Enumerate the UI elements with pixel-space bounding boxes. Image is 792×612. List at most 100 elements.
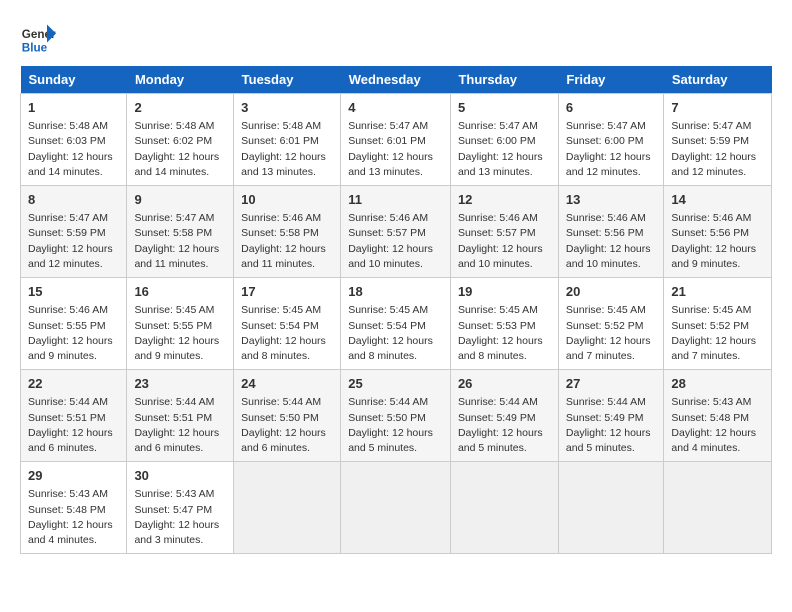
calendar-cell: 5 Sunrise: 5:47 AM Sunset: 6:00 PM Dayli…: [450, 94, 558, 186]
day-number: 29: [28, 467, 119, 485]
calendar-cell: 25 Sunrise: 5:44 AM Sunset: 5:50 PM Dayl…: [341, 370, 451, 462]
calendar-cell: 20 Sunrise: 5:45 AM Sunset: 5:52 PM Dayl…: [558, 278, 664, 370]
calendar-cell: 18 Sunrise: 5:45 AM Sunset: 5:54 PM Dayl…: [341, 278, 451, 370]
day-number: 16: [134, 283, 226, 301]
day-header-friday: Friday: [558, 66, 664, 94]
calendar-cell: 29 Sunrise: 5:43 AM Sunset: 5:48 PM Dayl…: [21, 462, 127, 554]
calendar-cell: 26 Sunrise: 5:44 AM Sunset: 5:49 PM Dayl…: [450, 370, 558, 462]
day-info: Sunrise: 5:47 AM Sunset: 6:00 PM Dayligh…: [566, 119, 657, 180]
day-info: Sunrise: 5:47 AM Sunset: 6:01 PM Dayligh…: [348, 119, 443, 180]
day-number: 1: [28, 99, 119, 117]
day-number: 3: [241, 99, 333, 117]
day-info: Sunrise: 5:48 AM Sunset: 6:02 PM Dayligh…: [134, 119, 226, 180]
day-info: Sunrise: 5:47 AM Sunset: 5:59 PM Dayligh…: [28, 211, 119, 272]
day-number: 9: [134, 191, 226, 209]
day-info: Sunrise: 5:44 AM Sunset: 5:50 PM Dayligh…: [241, 395, 333, 456]
day-number: 28: [671, 375, 764, 393]
calendar-cell: 9 Sunrise: 5:47 AM Sunset: 5:58 PM Dayli…: [127, 186, 234, 278]
logo-icon: General Blue: [20, 20, 56, 56]
day-number: 17: [241, 283, 333, 301]
calendar-cell: 22 Sunrise: 5:44 AM Sunset: 5:51 PM Dayl…: [21, 370, 127, 462]
day-info: Sunrise: 5:46 AM Sunset: 5:57 PM Dayligh…: [458, 211, 551, 272]
day-number: 21: [671, 283, 764, 301]
day-info: Sunrise: 5:47 AM Sunset: 6:00 PM Dayligh…: [458, 119, 551, 180]
day-number: 23: [134, 375, 226, 393]
day-header-saturday: Saturday: [664, 66, 772, 94]
day-info: Sunrise: 5:47 AM Sunset: 5:59 PM Dayligh…: [671, 119, 764, 180]
day-number: 11: [348, 191, 443, 209]
calendar-cell: 13 Sunrise: 5:46 AM Sunset: 5:56 PM Dayl…: [558, 186, 664, 278]
day-info: Sunrise: 5:46 AM Sunset: 5:56 PM Dayligh…: [671, 211, 764, 272]
calendar-cell: 17 Sunrise: 5:45 AM Sunset: 5:54 PM Dayl…: [234, 278, 341, 370]
calendar-cell: 30 Sunrise: 5:43 AM Sunset: 5:47 PM Dayl…: [127, 462, 234, 554]
day-info: Sunrise: 5:43 AM Sunset: 5:48 PM Dayligh…: [671, 395, 764, 456]
day-info: Sunrise: 5:48 AM Sunset: 6:03 PM Dayligh…: [28, 119, 119, 180]
calendar-cell: 10 Sunrise: 5:46 AM Sunset: 5:58 PM Dayl…: [234, 186, 341, 278]
calendar-table: SundayMondayTuesdayWednesdayThursdayFrid…: [20, 66, 772, 554]
day-number: 22: [28, 375, 119, 393]
day-number: 30: [134, 467, 226, 485]
day-info: Sunrise: 5:45 AM Sunset: 5:52 PM Dayligh…: [671, 303, 764, 364]
day-number: 6: [566, 99, 657, 117]
day-number: 7: [671, 99, 764, 117]
day-number: 5: [458, 99, 551, 117]
day-header-wednesday: Wednesday: [341, 66, 451, 94]
day-number: 10: [241, 191, 333, 209]
day-info: Sunrise: 5:44 AM Sunset: 5:49 PM Dayligh…: [566, 395, 657, 456]
day-number: 14: [671, 191, 764, 209]
day-number: 8: [28, 191, 119, 209]
calendar-cell: 2 Sunrise: 5:48 AM Sunset: 6:02 PM Dayli…: [127, 94, 234, 186]
calendar-cell: 8 Sunrise: 5:47 AM Sunset: 5:59 PM Dayli…: [21, 186, 127, 278]
day-number: 2: [134, 99, 226, 117]
day-info: Sunrise: 5:45 AM Sunset: 5:55 PM Dayligh…: [134, 303, 226, 364]
calendar-cell: [450, 462, 558, 554]
calendar-cell: 21 Sunrise: 5:45 AM Sunset: 5:52 PM Dayl…: [664, 278, 772, 370]
calendar-cell: 12 Sunrise: 5:46 AM Sunset: 5:57 PM Dayl…: [450, 186, 558, 278]
day-info: Sunrise: 5:44 AM Sunset: 5:50 PM Dayligh…: [348, 395, 443, 456]
calendar-cell: 7 Sunrise: 5:47 AM Sunset: 5:59 PM Dayli…: [664, 94, 772, 186]
day-number: 20: [566, 283, 657, 301]
day-number: 15: [28, 283, 119, 301]
day-info: Sunrise: 5:43 AM Sunset: 5:48 PM Dayligh…: [28, 487, 119, 548]
day-info: Sunrise: 5:44 AM Sunset: 5:51 PM Dayligh…: [134, 395, 226, 456]
day-info: Sunrise: 5:45 AM Sunset: 5:54 PM Dayligh…: [241, 303, 333, 364]
day-info: Sunrise: 5:46 AM Sunset: 5:57 PM Dayligh…: [348, 211, 443, 272]
calendar-cell: [558, 462, 664, 554]
calendar-cell: [664, 462, 772, 554]
day-info: Sunrise: 5:48 AM Sunset: 6:01 PM Dayligh…: [241, 119, 333, 180]
day-info: Sunrise: 5:44 AM Sunset: 5:51 PM Dayligh…: [28, 395, 119, 456]
day-info: Sunrise: 5:46 AM Sunset: 5:58 PM Dayligh…: [241, 211, 333, 272]
day-info: Sunrise: 5:44 AM Sunset: 5:49 PM Dayligh…: [458, 395, 551, 456]
calendar-cell: 14 Sunrise: 5:46 AM Sunset: 5:56 PM Dayl…: [664, 186, 772, 278]
day-info: Sunrise: 5:45 AM Sunset: 5:52 PM Dayligh…: [566, 303, 657, 364]
day-info: Sunrise: 5:47 AM Sunset: 5:58 PM Dayligh…: [134, 211, 226, 272]
calendar-cell: 3 Sunrise: 5:48 AM Sunset: 6:01 PM Dayli…: [234, 94, 341, 186]
calendar-cell: 16 Sunrise: 5:45 AM Sunset: 5:55 PM Dayl…: [127, 278, 234, 370]
logo: General Blue: [20, 20, 56, 56]
calendar-cell: 28 Sunrise: 5:43 AM Sunset: 5:48 PM Dayl…: [664, 370, 772, 462]
day-number: 27: [566, 375, 657, 393]
day-number: 13: [566, 191, 657, 209]
day-info: Sunrise: 5:46 AM Sunset: 5:56 PM Dayligh…: [566, 211, 657, 272]
day-info: Sunrise: 5:45 AM Sunset: 5:54 PM Dayligh…: [348, 303, 443, 364]
calendar-cell: 19 Sunrise: 5:45 AM Sunset: 5:53 PM Dayl…: [450, 278, 558, 370]
calendar-cell: 11 Sunrise: 5:46 AM Sunset: 5:57 PM Dayl…: [341, 186, 451, 278]
day-number: 24: [241, 375, 333, 393]
calendar-cell: [341, 462, 451, 554]
day-number: 4: [348, 99, 443, 117]
day-number: 25: [348, 375, 443, 393]
calendar-cell: 23 Sunrise: 5:44 AM Sunset: 5:51 PM Dayl…: [127, 370, 234, 462]
day-number: 18: [348, 283, 443, 301]
calendar-cell: 27 Sunrise: 5:44 AM Sunset: 5:49 PM Dayl…: [558, 370, 664, 462]
calendar-cell: 4 Sunrise: 5:47 AM Sunset: 6:01 PM Dayli…: [341, 94, 451, 186]
calendar-cell: [234, 462, 341, 554]
day-number: 12: [458, 191, 551, 209]
day-info: Sunrise: 5:45 AM Sunset: 5:53 PM Dayligh…: [458, 303, 551, 364]
day-header-tuesday: Tuesday: [234, 66, 341, 94]
calendar-cell: 15 Sunrise: 5:46 AM Sunset: 5:55 PM Dayl…: [21, 278, 127, 370]
calendar-cell: 24 Sunrise: 5:44 AM Sunset: 5:50 PM Dayl…: [234, 370, 341, 462]
calendar-cell: 1 Sunrise: 5:48 AM Sunset: 6:03 PM Dayli…: [21, 94, 127, 186]
day-info: Sunrise: 5:43 AM Sunset: 5:47 PM Dayligh…: [134, 487, 226, 548]
day-header-sunday: Sunday: [21, 66, 127, 94]
day-header-monday: Monday: [127, 66, 234, 94]
